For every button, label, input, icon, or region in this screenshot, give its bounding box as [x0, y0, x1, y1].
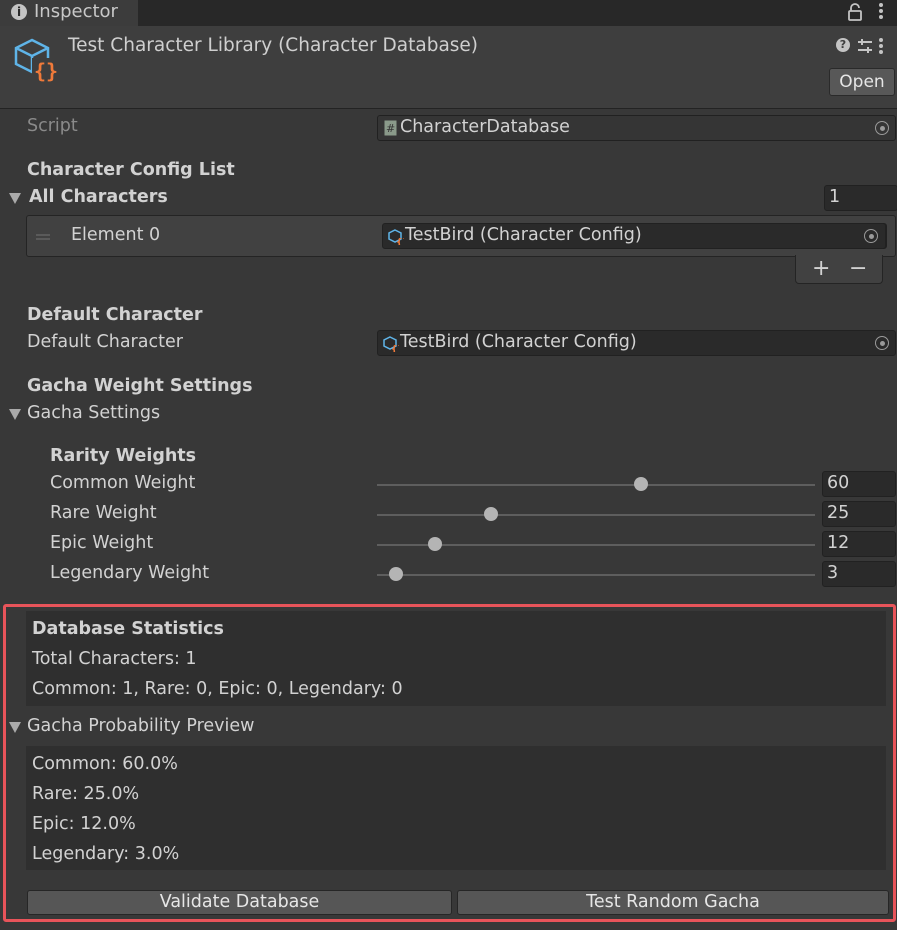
object-picker-icon	[875, 121, 889, 135]
weight-value-field[interactable]: 25	[822, 501, 896, 527]
section-header-default-character: Default Character	[27, 305, 203, 325]
weight-label: Common Weight	[50, 473, 196, 493]
foldout-arrow-icon[interactable]	[9, 409, 21, 420]
help-icon[interactable]: ?	[836, 38, 850, 52]
element-0-value: TestBird (Character Config)	[405, 225, 642, 245]
script-value: CharacterDatabase	[400, 117, 570, 137]
gacha-settings-foldout[interactable]: Gacha Settings	[27, 403, 160, 423]
add-element-icon[interactable]: +	[812, 256, 830, 281]
list-container: Element 0 {} TestBird (Character Config)	[26, 215, 896, 257]
drag-handle-icon[interactable]	[36, 234, 50, 236]
svg-text:{}: {}	[396, 238, 404, 245]
script-file-icon: #	[384, 120, 397, 136]
inspector-header: {} Test Character Library (Character Dat…	[0, 26, 897, 109]
weight-value: 12	[827, 533, 850, 553]
default-character-label: Default Character	[27, 332, 183, 352]
tab-inspector[interactable]: i Inspector	[0, 0, 138, 26]
weight-value-field[interactable]: 3	[822, 561, 896, 587]
weight-value: 3	[827, 563, 839, 583]
weight-value-field[interactable]: 60	[822, 471, 896, 497]
default-character-field[interactable]: {} TestBird (Character Config)	[377, 330, 896, 356]
weight-value-field[interactable]: 12	[822, 531, 896, 557]
section-header-character-config: Character Config List	[27, 160, 235, 180]
scriptable-object-icon: {}	[14, 38, 58, 82]
remove-element-icon[interactable]: −	[849, 256, 867, 281]
list-footer: + −	[795, 255, 883, 284]
weight-slider-thumb[interactable]	[427, 537, 442, 551]
tab-title: Inspector	[34, 1, 118, 22]
rarity-weights-header: Rarity Weights	[50, 446, 197, 466]
weight-slider-thumb[interactable]	[483, 507, 498, 521]
foldout-arrow-icon[interactable]	[9, 193, 21, 204]
character-config-icon: {}	[388, 229, 404, 245]
open-button[interactable]: Open	[829, 68, 895, 96]
weight-slider-track[interactable]	[377, 544, 815, 546]
default-character-value: TestBird (Character Config)	[400, 332, 637, 352]
weight-label: Epic Weight	[50, 533, 154, 553]
svg-text:{}: {}	[391, 345, 399, 352]
character-config-icon: {}	[383, 336, 399, 352]
asset-title: Test Character Library (Character Databa…	[68, 35, 479, 56]
weight-label: Rare Weight	[50, 503, 157, 523]
highlight-frame	[3, 604, 896, 922]
info-icon: i	[11, 4, 27, 20]
element-0-picker[interactable]	[857, 223, 886, 249]
script-field: # CharacterDatabase	[377, 115, 896, 141]
weight-slider-thumb[interactable]	[634, 477, 648, 491]
weight-slider-track[interactable]	[377, 484, 815, 486]
svg-text:#: #	[386, 122, 395, 135]
weight-value: 25	[827, 503, 850, 523]
object-picker-icon	[864, 229, 878, 243]
section-header-gacha-weight: Gacha Weight Settings	[27, 376, 253, 396]
header-menu-icon[interactable]	[879, 38, 883, 56]
svg-text:{}: {}	[34, 59, 58, 82]
element-0-label: Element 0	[71, 225, 161, 245]
weight-slider-track[interactable]	[377, 514, 815, 516]
tab-menu-icon[interactable]	[879, 3, 883, 21]
all-characters-label[interactable]: All Characters	[29, 187, 168, 207]
list-size-field[interactable]: 1	[824, 185, 897, 211]
weight-value: 60	[827, 473, 850, 493]
object-picker-icon[interactable]	[875, 336, 889, 350]
lock-icon[interactable]	[848, 3, 862, 21]
element-0-field[interactable]: {} TestBird (Character Config)	[382, 223, 887, 249]
weight-slider-track[interactable]	[377, 574, 815, 576]
weight-slider-thumb[interactable]	[388, 567, 403, 581]
script-label: Script	[27, 116, 78, 136]
list-size-value: 1	[829, 187, 841, 207]
preset-icon[interactable]	[857, 38, 873, 54]
weight-label: Legendary Weight	[50, 563, 210, 583]
